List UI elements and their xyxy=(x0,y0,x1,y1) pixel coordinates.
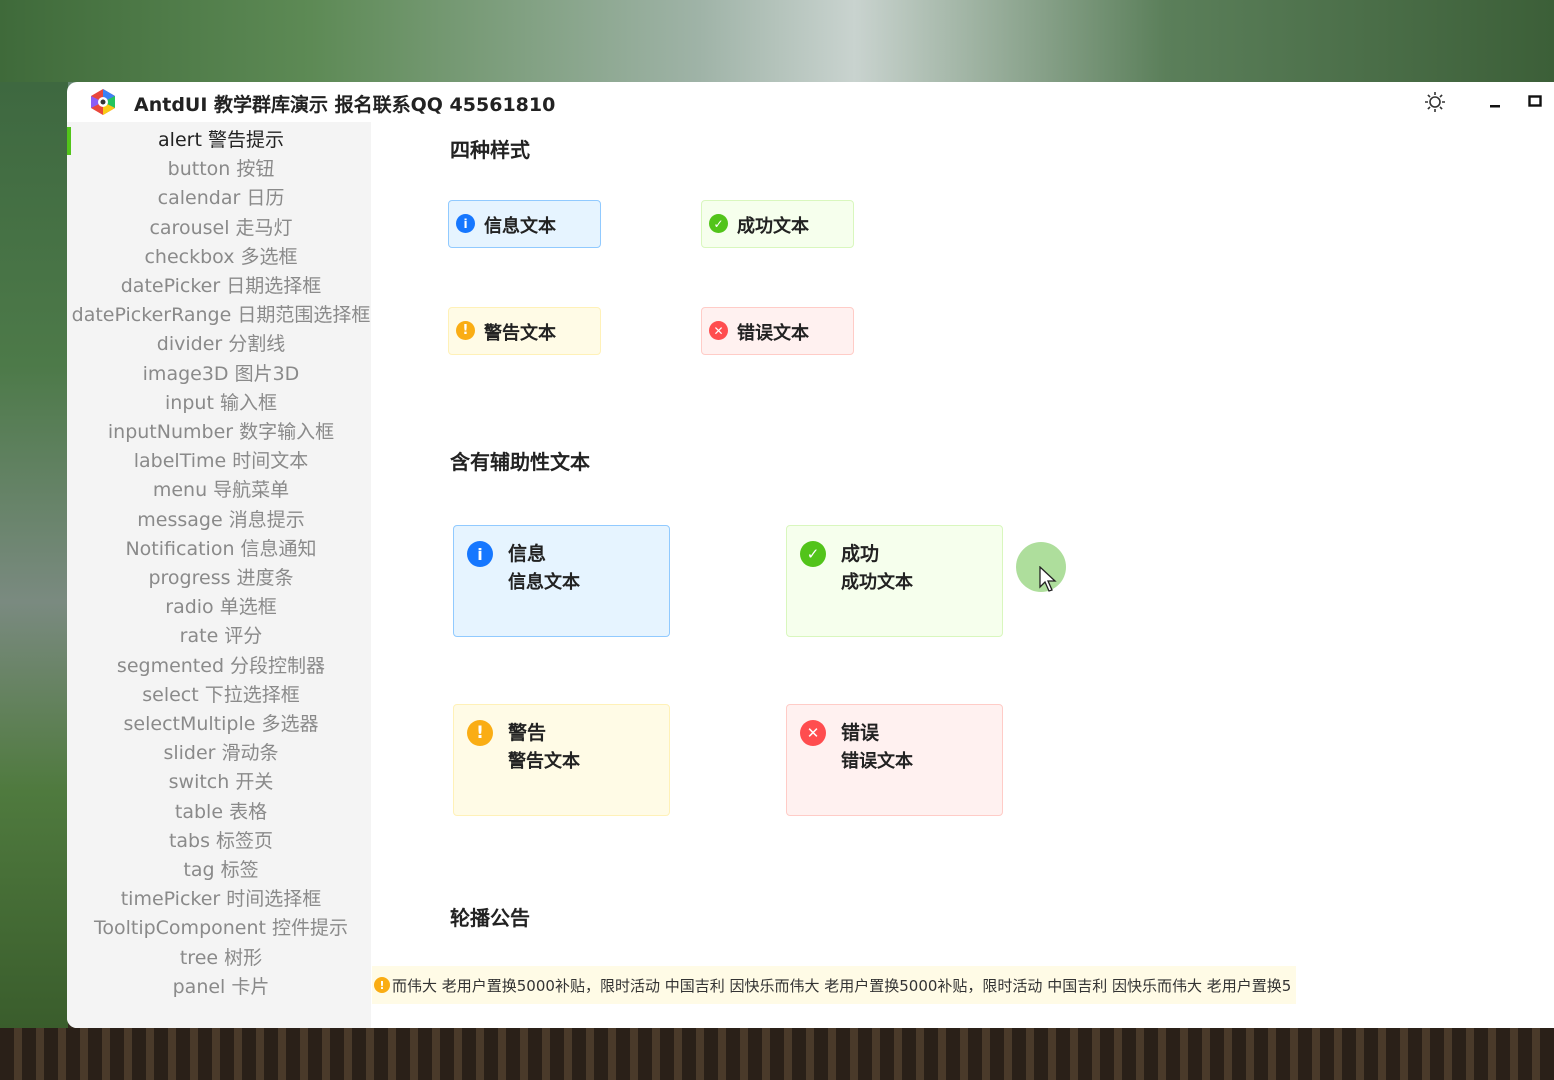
close-circle-icon: ✕ xyxy=(800,720,826,746)
sidebar-item[interactable]: table 表格 xyxy=(71,798,371,826)
section-title-with-description: 含有辅助性文本 xyxy=(450,450,590,474)
sidebar-item[interactable]: button 按钮 xyxy=(71,155,371,183)
close-circle-icon: ✕ xyxy=(709,321,728,340)
sidebar-item[interactable]: radio 单选框 xyxy=(71,593,371,621)
sidebar-item[interactable]: switch 开关 xyxy=(71,768,371,796)
app-logo-icon xyxy=(91,89,115,115)
section-title-four-styles: 四种样式 xyxy=(450,138,530,162)
marquee-text: 而伟大 老用户置换5000补贴，限时活动 中国吉利 因快乐而伟大 老用户置换50… xyxy=(392,977,1292,995)
section-title-marquee: 轮播公告 xyxy=(450,906,530,930)
marquee-notice: ! 而伟大 老用户置换5000补贴，限时活动 中国吉利 因快乐而伟大 老用户置换… xyxy=(372,966,1296,1004)
check-circle-icon: ✓ xyxy=(709,214,728,233)
sidebar-item[interactable]: tree 树形 xyxy=(71,944,371,972)
alert-info-title: 信息 xyxy=(508,543,547,565)
app-window: AntdUI 教学群库演示 报名联系QQ 45561810 四种样式 i 信息文… xyxy=(67,82,1554,1028)
alert-warning-title: 警告 xyxy=(508,722,547,744)
sidebar-item[interactable]: rate 评分 xyxy=(71,622,371,650)
sidebar-item[interactable]: calendar 日历 xyxy=(71,184,371,212)
sidebar-item[interactable]: divider 分割线 xyxy=(71,330,371,358)
exclamation-circle-icon: ! xyxy=(374,977,390,993)
sidebar-item[interactable]: menu 导航菜单 xyxy=(71,476,371,504)
sidebar-item[interactable]: input 输入框 xyxy=(71,389,371,417)
alert-warning: ! 警告文本 xyxy=(448,307,601,355)
alert-info-desc: i 信息 信息文本 xyxy=(453,525,670,637)
sidebar-item[interactable]: tag 标签 xyxy=(71,856,371,884)
alert-success: ✓ 成功文本 xyxy=(701,200,854,248)
alert-success-text: 成功文本 xyxy=(737,216,809,237)
sidebar-item[interactable]: select 下拉选择框 xyxy=(71,681,371,709)
sidebar-item[interactable]: selectMultiple 多选器 xyxy=(71,710,371,738)
exclamation-circle-icon: ! xyxy=(467,720,493,746)
sidebar-item[interactable]: timePicker 时间选择框 xyxy=(71,885,371,913)
sidebar-item[interactable]: carousel 走马灯 xyxy=(71,214,371,242)
alert-warning-text: 警告文本 xyxy=(484,323,556,344)
maximize-button[interactable] xyxy=(1518,86,1552,118)
sidebar-item[interactable]: datePicker 日期选择框 xyxy=(71,272,371,300)
sidebar-item[interactable]: inputNumber 数字输入框 xyxy=(71,418,371,446)
sidebar-item[interactable]: tabs 标签页 xyxy=(71,827,371,855)
alert-error-desc: ✕ 错误 错误文本 xyxy=(786,704,1003,816)
alert-error-title: 错误 xyxy=(841,722,880,744)
alert-warning-desc: ! 警告 警告文本 xyxy=(453,704,670,816)
sidebar-item[interactable]: slider 滑动条 xyxy=(71,739,371,767)
sidebar-item[interactable]: segmented 分段控制器 xyxy=(71,652,371,680)
sidebar-item[interactable]: Notification 信息通知 xyxy=(71,535,371,563)
alert-warning-desc-text: 警告文本 xyxy=(508,751,580,772)
minimize-button[interactable] xyxy=(1478,86,1512,118)
exclamation-circle-icon: ! xyxy=(456,321,475,340)
sidebar-item[interactable]: checkbox 多选框 xyxy=(71,243,371,271)
check-circle-icon: ✓ xyxy=(800,541,826,567)
sidebar-item[interactable]: datePickerRange 日期范围选择框 xyxy=(71,301,371,329)
background-scenery-bottom xyxy=(0,1028,1554,1080)
mouse-pointer-icon xyxy=(1039,566,1057,592)
background-scenery-top xyxy=(0,0,1554,82)
sidebar-item[interactable]: TooltipComponent 控件提示 xyxy=(71,914,371,942)
info-circle-icon: i xyxy=(456,214,475,233)
alert-info: i 信息文本 xyxy=(448,200,601,248)
title-bar[interactable]: AntdUI 教学群库演示 报名联系QQ 45561810 xyxy=(67,82,1554,122)
sidebar-item[interactable]: alert 警告提示 xyxy=(71,126,371,154)
maximize-icon xyxy=(1528,95,1542,107)
alert-error-text: 错误文本 xyxy=(737,323,809,344)
alert-error-desc-text: 错误文本 xyxy=(841,751,913,772)
alert-info-text: 信息文本 xyxy=(484,216,556,237)
alert-success-title: 成功 xyxy=(841,543,880,565)
alert-success-desc: ✓ 成功 成功文本 xyxy=(786,525,1003,637)
theme-toggle-button[interactable] xyxy=(1418,86,1452,118)
alert-error: ✕ 错误文本 xyxy=(701,307,854,355)
info-circle-icon: i xyxy=(467,541,493,567)
sidebar-item[interactable]: labelTime 时间文本 xyxy=(71,447,371,475)
alert-info-desc-text: 信息文本 xyxy=(508,572,580,593)
window-title: AntdUI 教学群库演示 报名联系QQ 45561810 xyxy=(134,94,556,116)
sun-icon xyxy=(1425,92,1445,112)
alert-success-desc-text: 成功文本 xyxy=(841,572,913,593)
sidebar-item[interactable]: image3D 图片3D xyxy=(71,360,371,388)
sidebar-item[interactable]: message 消息提示 xyxy=(71,506,371,534)
sidebar-item[interactable]: panel 卡片 xyxy=(71,973,371,1001)
background-scenery-left xyxy=(0,82,68,1028)
sidebar-item[interactable]: progress 进度条 xyxy=(71,564,371,592)
minimize-icon xyxy=(1490,105,1500,108)
